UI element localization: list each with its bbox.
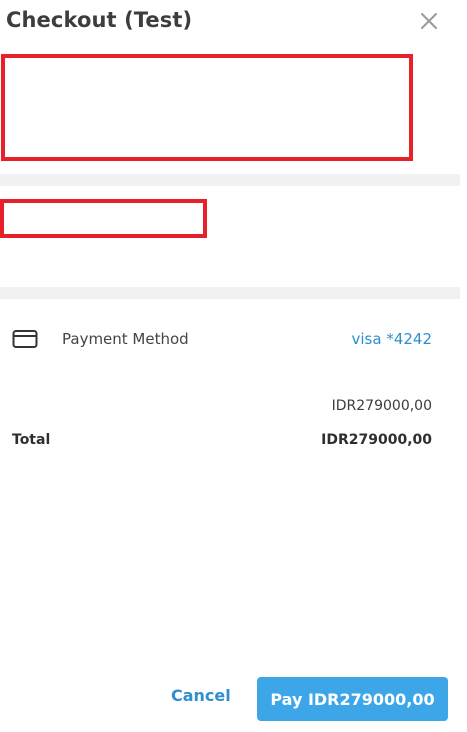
credit-card-icon bbox=[12, 329, 38, 349]
close-icon[interactable] bbox=[418, 10, 440, 32]
pay-button[interactable]: Pay IDR279000,00 bbox=[257, 677, 448, 721]
cancel-button[interactable]: Cancel bbox=[171, 686, 231, 705]
checkout-footer: Cancel Pay IDR279000,00 bbox=[0, 670, 460, 730]
page-title: Checkout (Test) bbox=[6, 8, 193, 32]
payment-method-value[interactable]: visa *4242 bbox=[352, 330, 433, 348]
total-label: Total bbox=[12, 432, 51, 448]
section-divider bbox=[0, 287, 460, 299]
redacted-product-area bbox=[1, 54, 413, 161]
payment-method-label: Payment Method bbox=[62, 330, 189, 348]
line-item-amount: IDR279000,00 bbox=[331, 398, 432, 414]
payment-method-row[interactable]: Payment Method visa *4242 bbox=[0, 314, 460, 366]
section-divider bbox=[0, 174, 460, 186]
redacted-line-item-label bbox=[0, 199, 207, 238]
checkout-header: Checkout (Test) bbox=[0, 0, 460, 44]
total-amount: IDR279000,00 bbox=[321, 432, 432, 448]
